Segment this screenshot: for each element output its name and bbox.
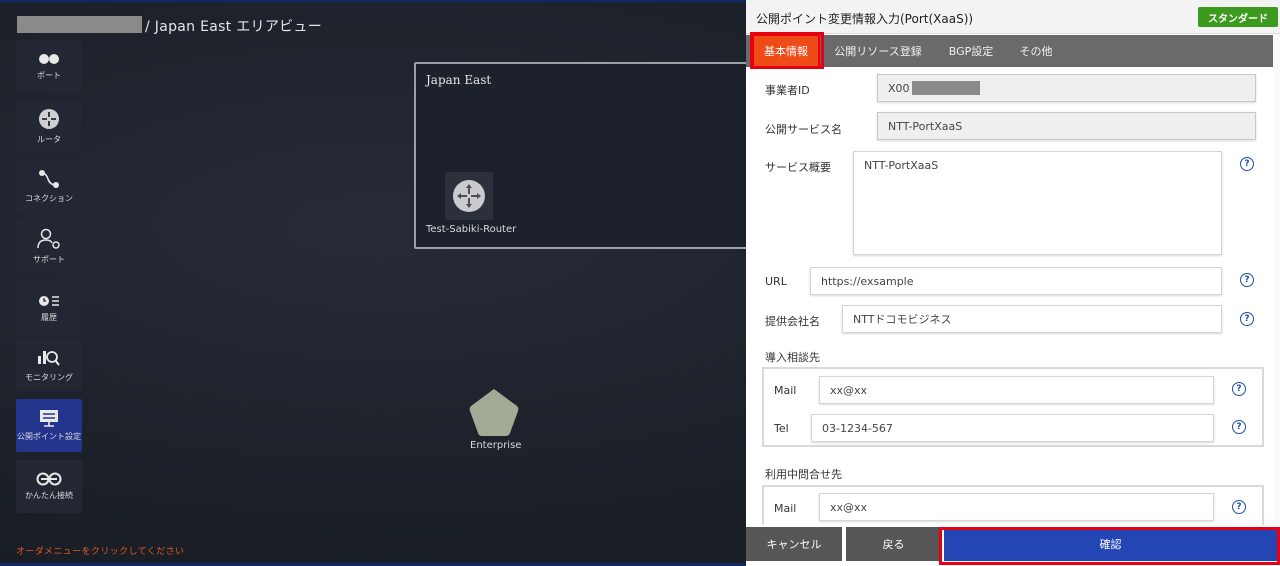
provider-input[interactable]: NTTドコモビジネス xyxy=(842,305,1222,333)
sidebar-item-history[interactable]: 履歴 xyxy=(16,282,82,335)
operator-id-field: X00 xyxy=(877,74,1256,102)
provider-label: 提供会社名 xyxy=(765,315,820,328)
breadcrumb-redacted xyxy=(17,16,142,33)
help-icon[interactable]: ? xyxy=(1240,273,1254,287)
url-input[interactable]: https://exsample xyxy=(810,267,1222,295)
panel-scrollbar[interactable] xyxy=(1273,34,1280,524)
help-icon[interactable]: ? xyxy=(1232,500,1246,514)
port-icon xyxy=(39,54,59,64)
sidebar-item-connection[interactable]: コネクション xyxy=(16,160,82,213)
usage-contact-label: 利用中問合せ先 xyxy=(765,468,842,481)
cancel-button[interactable]: キャンセル xyxy=(746,527,842,561)
tab-bar: 基本情報 公開リソース登録 BGP設定 その他 xyxy=(746,34,1280,68)
area-box-japan-east[interactable]: Japan East Test-Sabiki-Router xyxy=(414,62,754,249)
sidebar-item-public-point[interactable]: 公開ポイント設定 xyxy=(16,399,82,452)
url-label: URL xyxy=(765,275,787,288)
sidebar-item-label: モニタリング xyxy=(25,373,73,382)
back-button[interactable]: 戻る xyxy=(846,527,941,561)
service-summary-textarea[interactable]: NTT-PortXaaS xyxy=(853,151,1222,255)
sidebar-item-label: 履歴 xyxy=(41,313,57,322)
area-title: Japan East xyxy=(426,73,492,87)
intro-mail-input[interactable]: xx@xx xyxy=(819,376,1214,404)
sidebar-item-label: サポート xyxy=(33,255,65,264)
sidebar-item-label: コネクション xyxy=(25,194,73,203)
sidebar-item-monitoring[interactable]: モニタリング xyxy=(16,338,82,391)
easy-connect-icon xyxy=(36,472,62,486)
history-icon xyxy=(39,296,59,306)
service-summary-label: サービス概要 xyxy=(765,161,831,174)
router-label: Test-Sabiki-Router xyxy=(426,224,517,235)
service-name-label: 公開サービス名 xyxy=(765,123,842,136)
support-icon xyxy=(37,228,60,249)
operator-id-value: X00 xyxy=(888,81,910,95)
router-icon xyxy=(39,109,59,129)
enterprise-node[interactable] xyxy=(468,387,520,439)
plan-badge: スタンダード xyxy=(1198,7,1278,27)
enterprise-label: Enterprise xyxy=(470,440,522,451)
help-icon[interactable]: ? xyxy=(1232,420,1246,434)
intro-contact-label: 導入相談先 xyxy=(765,351,820,364)
sidebar-item-support[interactable]: サポート xyxy=(16,220,82,273)
operator-id-redacted xyxy=(911,81,980,95)
router-node[interactable] xyxy=(445,172,493,220)
sidebar-item-router[interactable]: ルータ xyxy=(16,100,82,153)
tab-bgp-settings[interactable]: BGP設定 xyxy=(941,35,1001,67)
sidebar-item-easy-connect[interactable]: かんたん接続 xyxy=(16,460,82,513)
sidebar-item-label: 公開ポイント設定 xyxy=(17,432,81,441)
service-name-field: NTT-PortXaaS xyxy=(877,112,1256,140)
breadcrumb: / Japan East エリアビュー xyxy=(145,19,323,35)
sidebar-item-label: かんたん接続 xyxy=(25,491,73,500)
help-icon[interactable]: ? xyxy=(1240,157,1254,171)
intro-tel-input[interactable]: 03-1234-567 xyxy=(811,414,1214,442)
tab-highlight-frame xyxy=(750,32,824,69)
help-icon[interactable]: ? xyxy=(1240,312,1254,326)
intro-mail-label: Mail xyxy=(774,384,797,397)
connection-icon xyxy=(39,170,59,188)
intro-tel-label: Tel xyxy=(774,422,789,435)
sidebar-item-label: ルータ xyxy=(37,135,61,144)
monitoring-icon xyxy=(38,351,60,366)
operator-id-label: 事業者ID xyxy=(765,84,810,97)
confirm-highlight-frame xyxy=(939,527,1280,565)
router-icon xyxy=(453,180,485,212)
help-icon[interactable]: ? xyxy=(1232,382,1246,396)
public-point-icon xyxy=(40,410,58,427)
panel-title: 公開ポイント変更情報入力(Port(XaaS)) xyxy=(756,12,974,26)
panel-header: 公開ポイント変更情報入力(Port(XaaS)) スタンダード xyxy=(746,0,1280,34)
order-message: オーダメニューをクリックしてください xyxy=(16,547,185,557)
usage-mail-label: Mail xyxy=(774,502,797,515)
sidebar-item-port[interactable]: ポート xyxy=(16,40,82,93)
sidebar-item-label: ポート xyxy=(37,71,61,80)
tab-public-resource[interactable]: 公開リソース登録 xyxy=(828,35,928,67)
tab-other[interactable]: その他 xyxy=(1013,35,1059,67)
usage-mail-input[interactable]: xx@xx xyxy=(819,493,1214,521)
edit-panel: 公開ポイント変更情報入力(Port(XaaS)) スタンダード 基本情報 公開リ… xyxy=(746,0,1280,566)
